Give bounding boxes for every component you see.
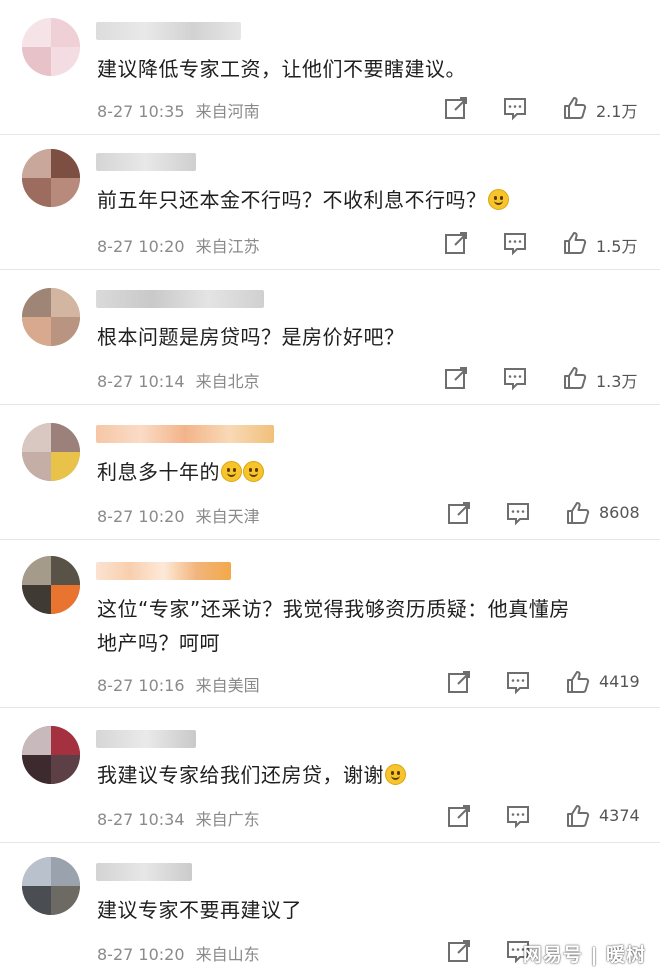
comment-icon[interactable]: [505, 669, 531, 695]
like-icon[interactable]: [562, 365, 588, 391]
laughing-tears-emoji-icon: [487, 189, 509, 210]
like-count: 8608: [599, 503, 640, 522]
like-count: 4419: [599, 672, 640, 691]
comment-text-content: 我建议专家给我们还房贷，谢谢: [97, 763, 384, 787]
comment-text: 前五年只还本金不行吗？不收利息不行吗？: [97, 183, 637, 217]
comment-text-content: 利息多十年的: [97, 460, 220, 484]
comment-text: 利息多十年的: [97, 455, 637, 489]
smile-emoji-icon: [243, 461, 264, 482]
comment-meta: 8-27 10:34 来自广东: [97, 806, 260, 830]
username-blurred[interactable]: [96, 562, 231, 580]
comment-meta: 8-27 10:20 来自江苏: [97, 233, 260, 257]
comment-text: 建议降低专家工资，让他们不要瞎建议。: [97, 52, 637, 86]
comment-text: 根本问题是房贷吗？是房价好吧？: [97, 320, 637, 354]
comment-location: 来自广东: [195, 810, 260, 829]
share-icon[interactable]: [446, 938, 472, 964]
comment-item: 建议降低专家工资，让他们不要瞎建议。 8-27 10:35 来自河南 2.1万: [0, 0, 660, 135]
comment-time: 8-27 10:20: [97, 507, 185, 526]
comment-text-content: 建议降低专家工资，让他们不要瞎建议。: [97, 57, 466, 81]
username-blurred[interactable]: [96, 863, 192, 881]
avatar[interactable]: [22, 288, 80, 346]
username-blurred[interactable]: [96, 22, 241, 40]
comment-item: 根本问题是房贷吗？是房价好吧？ 8-27 10:14 来自北京 1.3万: [0, 270, 660, 405]
comment-text-content: 前五年只还本金不行吗？不收利息不行吗？: [97, 188, 487, 212]
comment-feed: 建议降低专家工资，让他们不要瞎建议。 8-27 10:35 来自河南 2.1万 …: [0, 0, 660, 977]
comment-text-content: 根本问题是房贷吗？是房价好吧？: [97, 325, 405, 349]
like-icon[interactable]: [565, 803, 591, 829]
comment-location: 来自江苏: [195, 237, 260, 256]
comment-text-line: 这位“专家”还采访？我觉得我够资历质疑：他真懂房: [97, 597, 570, 621]
comment-text-line: 地产吗？呵呵: [97, 631, 220, 655]
comment-meta: 8-27 10:20 来自山东: [97, 941, 260, 965]
username-blurred[interactable]: [96, 290, 264, 308]
comment-meta: 8-27 10:35 来自河南: [97, 98, 260, 122]
avatar[interactable]: [22, 423, 80, 481]
like-icon[interactable]: [565, 669, 591, 695]
share-icon[interactable]: [446, 669, 472, 695]
avatar[interactable]: [22, 857, 80, 915]
comment-text-content: 建议专家不要再建议了: [97, 898, 302, 922]
like-icon[interactable]: [562, 230, 588, 256]
share-icon[interactable]: [443, 365, 469, 391]
comment-time: 8-27 10:20: [97, 945, 185, 964]
comment-meta: 8-27 10:20 来自天津: [97, 503, 260, 527]
comment-location: 来自天津: [195, 507, 260, 526]
comment-location: 来自北京: [195, 372, 260, 391]
watermark: 网易号 | 暖树: [522, 944, 646, 966]
comment-location: 来自河南: [195, 102, 260, 121]
comment-time: 8-27 10:14: [97, 372, 185, 391]
share-icon[interactable]: [443, 95, 469, 121]
comment-icon[interactable]: [502, 95, 528, 121]
comment-time: 8-27 10:34: [97, 810, 185, 829]
comment-meta: 8-27 10:16 来自美国: [97, 672, 260, 696]
comment-item: 我建议专家给我们还房贷，谢谢 8-27 10:34 来自广东 4374: [0, 708, 660, 843]
comment-item: 利息多十年的 8-27 10:20 来自天津 8608: [0, 405, 660, 540]
comment-icon[interactable]: [505, 500, 531, 526]
like-icon[interactable]: [562, 95, 588, 121]
comment-time: 8-27 10:20: [97, 237, 185, 256]
comment-item: 前五年只还本金不行吗？不收利息不行吗？ 8-27 10:20 来自江苏 1.5万: [0, 135, 660, 270]
comment-text: 我建议专家给我们还房贷，谢谢: [97, 758, 637, 792]
share-icon[interactable]: [446, 500, 472, 526]
avatar[interactable]: [22, 726, 80, 784]
like-count: 2.1万: [596, 102, 638, 121]
avatar[interactable]: [22, 556, 80, 614]
comment-text: 建议专家不要再建议了: [97, 893, 637, 927]
comment-location: 来自山东: [195, 945, 260, 964]
comment-icon[interactable]: [505, 803, 531, 829]
avatar[interactable]: [22, 149, 80, 207]
username-blurred[interactable]: [96, 730, 196, 748]
share-icon[interactable]: [446, 803, 472, 829]
username-blurred[interactable]: [96, 425, 274, 443]
comment-text: 这位“专家”还采访？我觉得我够资历质疑：他真懂房 地产吗？呵呵: [97, 592, 637, 660]
comment-time: 8-27 10:35: [97, 102, 185, 121]
avatar[interactable]: [22, 18, 80, 76]
username-blurred[interactable]: [96, 153, 196, 171]
comment-icon[interactable]: [502, 365, 528, 391]
comment-icon[interactable]: [502, 230, 528, 256]
comment-time: 8-27 10:16: [97, 676, 185, 695]
like-count: 1.5万: [596, 237, 638, 256]
share-icon[interactable]: [443, 230, 469, 256]
comment-item: 这位“专家”还采访？我觉得我够资历质疑：他真懂房 地产吗？呵呵 8-27 10:…: [0, 540, 660, 708]
comment-meta: 8-27 10:14 来自北京: [97, 368, 260, 392]
shy-emoji-icon: [385, 764, 406, 785]
like-icon[interactable]: [565, 500, 591, 526]
like-count: 4374: [599, 806, 640, 825]
comment-location: 来自美国: [195, 676, 260, 695]
smile-emoji-icon: [221, 461, 242, 482]
like-count: 1.3万: [596, 372, 638, 391]
